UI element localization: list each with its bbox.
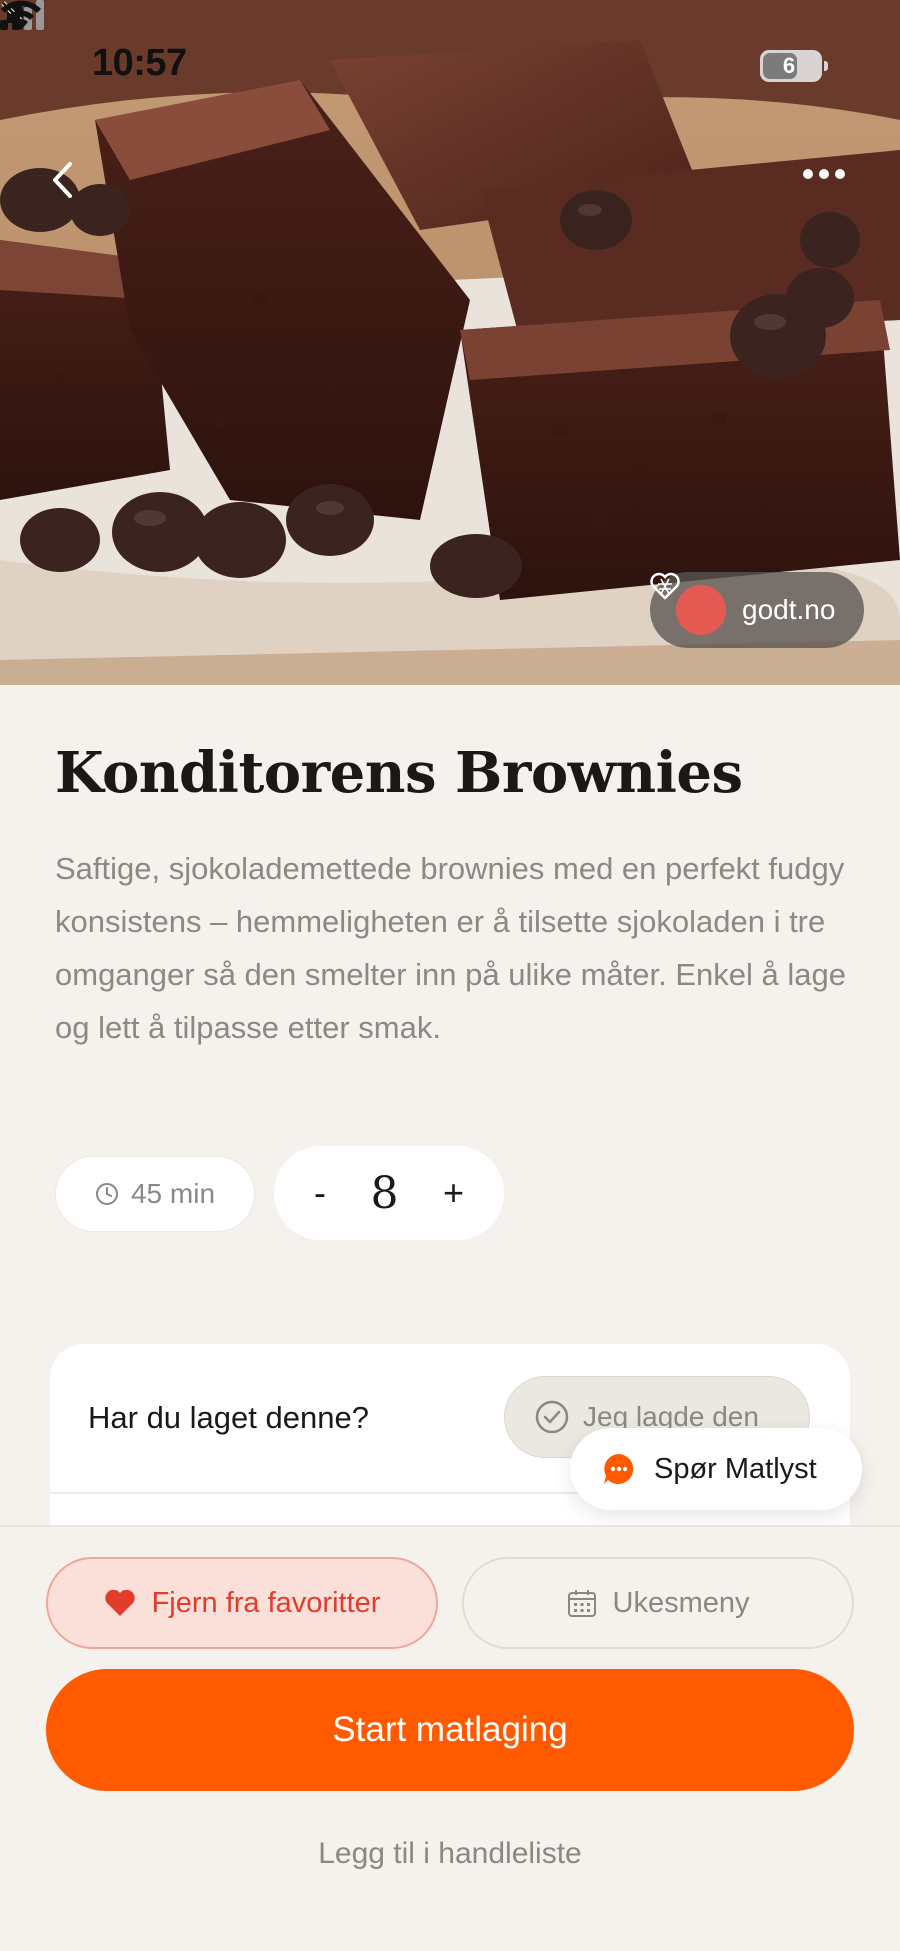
bottom-action-panel: Fjern fra favoritter Ukesmeny Start matl…: [0, 1525, 900, 1951]
calendar-icon: [567, 1590, 596, 1617]
servings-increase-button[interactable]: +: [443, 1172, 464, 1214]
battery-indicator: 6: [760, 50, 828, 82]
source-logo: [650, 572, 726, 635]
source-name: godt.no: [742, 594, 836, 625]
recipe-description: Saftige, sjokolademettede brownies med e…: [55, 851, 846, 1045]
battery-level: 6: [782, 53, 796, 78]
back-button[interactable]: [50, 160, 90, 210]
servings-count: 8: [370, 1167, 399, 1219]
start-cooking-button[interactable]: Start matlaging: [46, 1669, 854, 1791]
source-badge[interactable]: godt.no: [650, 572, 864, 648]
wifi-icon: [1, 0, 41, 30]
status-time: 10:57: [92, 42, 187, 84]
ask-matlyst-label: Spør Matlyst: [654, 1452, 817, 1485]
more-dots-icon: [803, 169, 845, 179]
servings-decrease-button[interactable]: -: [314, 1172, 326, 1214]
cooking-time: 45 min: [130, 1178, 216, 1209]
servings-stepper: - 8 +: [274, 1146, 504, 1240]
add-to-shopping-list-link[interactable]: Legg til i handleliste: [0, 1837, 900, 1871]
chat-icon: [604, 1454, 634, 1484]
check-circle-icon: [535, 1400, 569, 1434]
hero-image: 10:57 6 godt.no: [0, 0, 900, 685]
week-menu-label: Ukesmeny: [612, 1586, 750, 1619]
heart-logo-icon: [650, 572, 680, 600]
cooking-time-chip: 45 min: [55, 1156, 255, 1232]
made-it-question: Har du laget denne?: [88, 1400, 369, 1435]
back-arrow-icon: [53, 162, 72, 198]
ask-matlyst-button[interactable]: Spør Matlyst: [570, 1428, 862, 1510]
week-menu-button[interactable]: Ukesmeny: [462, 1557, 854, 1649]
clock-icon: [95, 1183, 118, 1205]
remove-favorite-label: Fjern fra favoritter: [151, 1586, 381, 1619]
heart-icon: [104, 1589, 135, 1616]
remove-favorite-button[interactable]: Fjern fra favoritter: [46, 1557, 438, 1649]
recipe-title: Konditorens Brownies: [55, 740, 743, 806]
status-bar: 10:57 6: [0, 0, 900, 130]
more-options-button[interactable]: [802, 168, 862, 204]
